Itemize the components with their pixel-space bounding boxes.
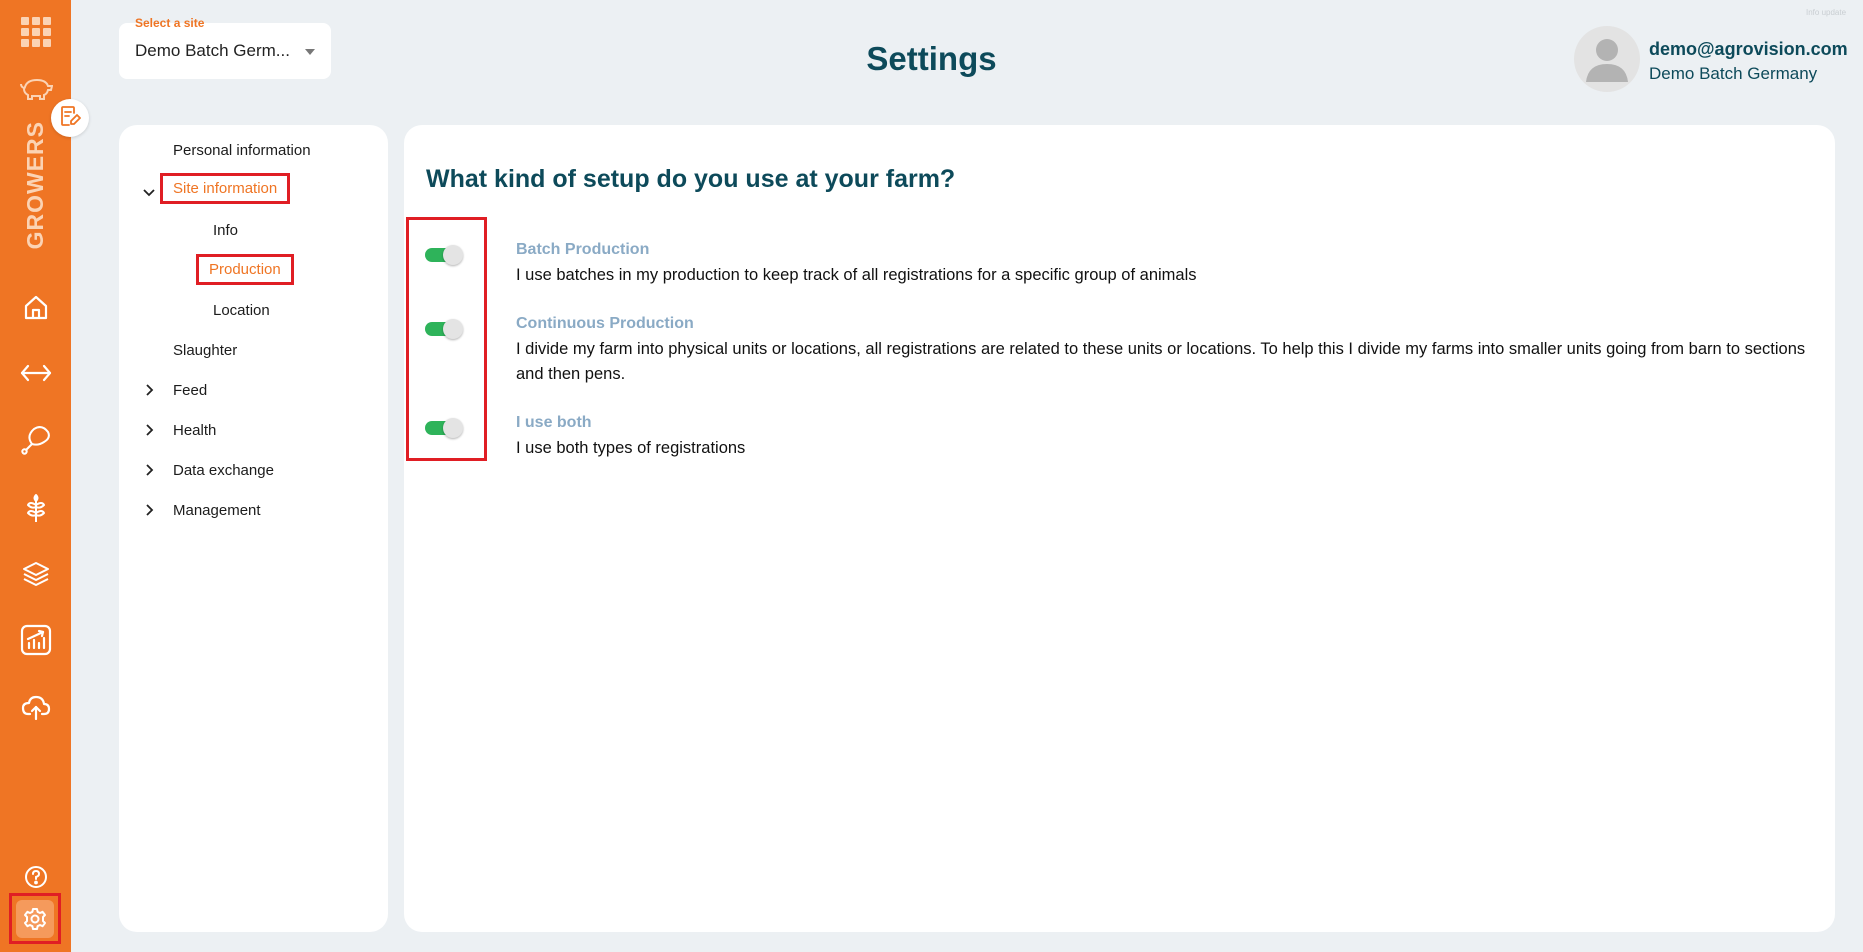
cloud-upload-icon[interactable]: [0, 689, 71, 725]
settings-menu: Personal information Site information In…: [119, 125, 388, 932]
page-title: Settings: [866, 40, 997, 77]
chart-icon[interactable]: [0, 622, 71, 658]
toggle-use-both[interactable]: [425, 418, 463, 438]
chevron-right-icon[interactable]: [143, 464, 155, 476]
help-icon[interactable]: [0, 862, 71, 892]
menu-item-management[interactable]: Management: [173, 502, 261, 519]
corner-text: Info update: [1806, 8, 1847, 17]
site-select[interactable]: Select a site Demo Batch Germ...: [119, 16, 331, 79]
menu-item-info[interactable]: Info: [213, 222, 238, 239]
brand-label: GROWERS: [21, 120, 48, 250]
settings-button[interactable]: [9, 893, 61, 944]
menu-item-slaughter[interactable]: Slaughter: [173, 342, 237, 359]
meat-leg-icon[interactable]: [0, 422, 71, 458]
layers-icon[interactable]: [0, 556, 71, 592]
transfer-arrows-icon[interactable]: [0, 355, 71, 391]
avatar[interactable]: [1574, 26, 1640, 92]
apps-grid-icon[interactable]: [0, 14, 71, 50]
edit-note-icon: [59, 105, 81, 132]
chevron-right-icon[interactable]: [143, 424, 155, 436]
settings-icon: [16, 899, 54, 938]
menu-item-location[interactable]: Location: [213, 302, 270, 319]
chevron-down-icon[interactable]: [143, 186, 155, 198]
menu-item-feed[interactable]: Feed: [173, 382, 207, 399]
option-title: I use both: [516, 414, 592, 431]
menu-item-production[interactable]: Production: [196, 254, 294, 285]
option-description: I use batches in my production to keep t…: [516, 266, 1197, 284]
menu-item-site-information[interactable]: Site information: [160, 173, 291, 204]
left-rail: GROWERS: [0, 0, 71, 952]
option-title: Continuous Production: [516, 315, 694, 332]
toggle-batch-production[interactable]: [425, 245, 463, 265]
site-select-value: Demo Batch Germ...: [135, 41, 290, 60]
production-settings-panel: What kind of setup do you use at your fa…: [404, 125, 1835, 932]
option-description: I use both types of registrations: [516, 439, 746, 457]
caret-down-icon: [305, 49, 315, 55]
grain-icon[interactable]: [0, 489, 71, 525]
home-icon[interactable]: [0, 289, 71, 325]
site-select-label: Select a site: [135, 16, 205, 30]
menu-item-health[interactable]: Health: [173, 422, 216, 439]
menu-item-data-exchange[interactable]: Data exchange: [173, 462, 274, 479]
setup-question: What kind of setup do you use at your fa…: [426, 165, 956, 193]
pig-icon[interactable]: [0, 74, 71, 104]
chevron-right-icon[interactable]: [143, 504, 155, 516]
user-avatar-icon: [1586, 39, 1628, 82]
user-site: Demo Batch Germany: [1649, 64, 1818, 83]
toggle-continuous-production[interactable]: [425, 319, 463, 339]
option-title: Batch Production: [516, 241, 650, 258]
chevron-right-icon[interactable]: [143, 384, 155, 396]
edit-note-button[interactable]: [51, 99, 89, 137]
menu-item-personal-information[interactable]: Personal information: [173, 142, 311, 159]
user-email: demo@agrovision.com: [1649, 39, 1848, 59]
option-description: I divide my farm into physical units or …: [516, 340, 1806, 383]
